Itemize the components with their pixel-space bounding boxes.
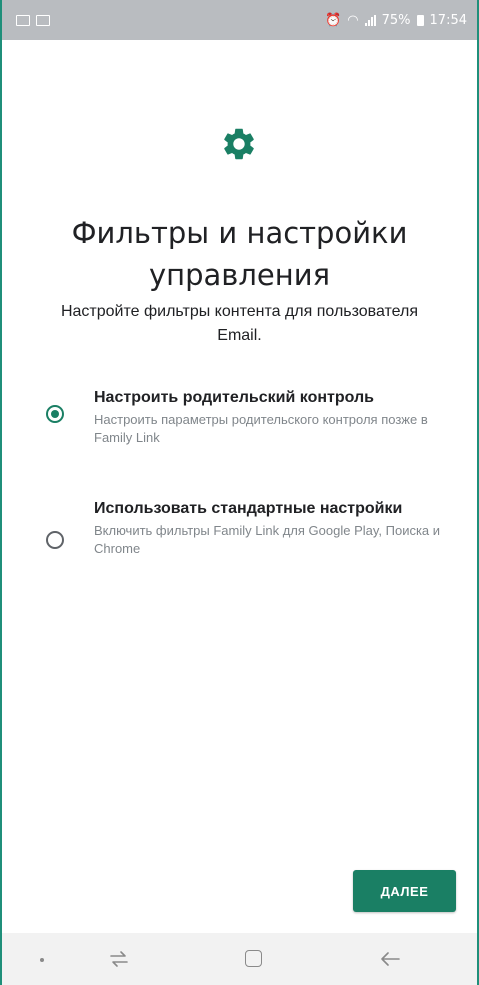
radio-default-settings[interactable] bbox=[46, 531, 64, 549]
option-description: Включить фильтры Family Link для Google … bbox=[94, 523, 441, 556]
recent-apps-icon[interactable] bbox=[108, 949, 130, 969]
home-icon[interactable] bbox=[245, 950, 262, 967]
option-description: Настроить параметры родительского контро… bbox=[94, 412, 428, 445]
back-icon[interactable] bbox=[379, 948, 401, 970]
nav-dot-indicator bbox=[40, 958, 44, 962]
option-text: Использовать стандартные настройки Включ… bbox=[94, 498, 457, 558]
system-nav-bar bbox=[2, 933, 477, 985]
option-text: Настроить родительский контроль Настроит… bbox=[94, 387, 457, 447]
page-subtitle: Настройте фильтры контента для пользоват… bbox=[60, 303, 419, 344]
battery-percent: 75% bbox=[381, 12, 411, 28]
status-time: 17:54 bbox=[429, 12, 467, 28]
signal-icon bbox=[364, 14, 376, 26]
battery-icon bbox=[416, 14, 424, 26]
alarm-icon: ⏰ bbox=[325, 12, 342, 28]
wifi-icon: ◠ bbox=[347, 12, 359, 28]
option-custom-parental-control[interactable]: Настроить родительский контроль Настроит… bbox=[46, 387, 457, 447]
next-button[interactable]: ДАЛЕЕ bbox=[353, 870, 456, 912]
notification-icon bbox=[16, 14, 30, 26]
status-bar: ⏰ ◠ 75% 17:54 bbox=[2, 0, 477, 40]
page-title: Фильтры и настройки управления bbox=[71, 216, 408, 293]
image-notification-icon bbox=[36, 14, 50, 26]
option-title: Настроить родительский контроль bbox=[94, 389, 374, 406]
status-bar-right: ⏰ ◠ 75% 17:54 bbox=[325, 13, 467, 28]
option-default-settings[interactable]: Использовать стандартные настройки Включ… bbox=[46, 498, 457, 558]
gear-icon bbox=[224, 128, 254, 160]
option-title: Использовать стандартные настройки bbox=[94, 500, 403, 517]
radio-custom-parental-control[interactable] bbox=[46, 405, 64, 423]
status-bar-left bbox=[16, 14, 50, 26]
